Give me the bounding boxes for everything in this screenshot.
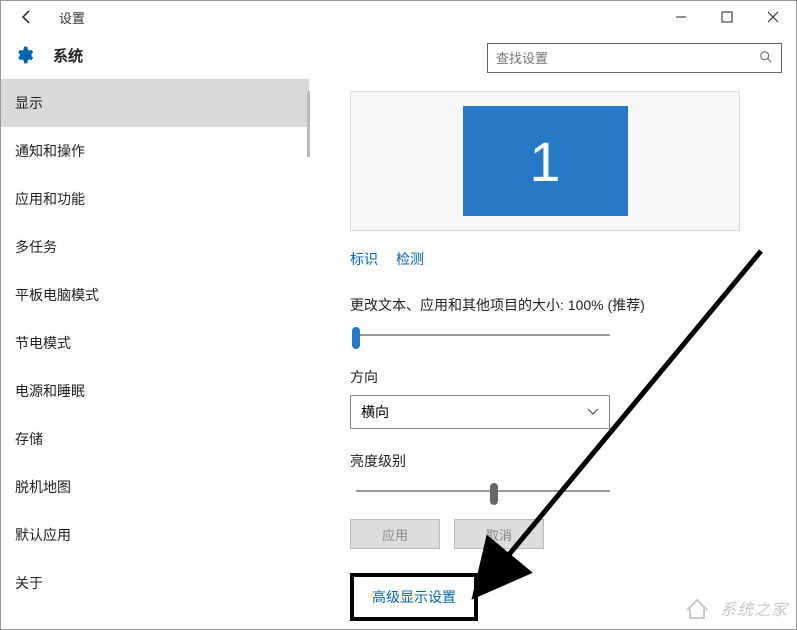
sidebar-item-label: 节电模式 [15,333,71,353]
brightness-slider[interactable] [350,481,610,501]
sidebar-item-label: 显示 [15,93,43,113]
sidebar-item-label: 存储 [15,429,43,449]
sidebar-item-storage[interactable]: 存储 [1,415,309,463]
watermark: 系统之家 [683,596,788,625]
sidebar-item-label: 平板电脑模式 [15,285,99,305]
window-controls [658,1,796,33]
monitor-number: 1 [529,129,560,194]
identify-link[interactable]: 标识 [350,249,378,269]
brightness-label: 亮度级别 [350,451,772,471]
advanced-link-highlight: 高级显示设置 [350,573,478,621]
close-button[interactable] [750,1,796,33]
orientation-value: 横向 [361,402,389,422]
back-button[interactable] [13,3,41,31]
page-title: 系统 [53,45,83,66]
slider-thumb[interactable] [490,483,498,505]
sidebar-item-apps[interactable]: 应用和功能 [1,175,309,223]
sidebar-item-label: 多任务 [15,237,57,257]
slider-track [356,334,610,336]
button-row: 应用 取消 [350,519,772,549]
slider-thumb[interactable] [352,327,360,349]
orientation-dropdown[interactable]: 横向 [350,395,610,429]
window-title: 设置 [59,8,85,27]
display-links: 标识 检测 [350,249,772,269]
monitor-tile[interactable]: 1 [463,106,628,216]
minimize-button[interactable] [658,1,704,33]
house-icon [683,596,711,625]
search-input[interactable] [496,51,759,66]
scale-slider[interactable] [350,325,610,345]
apply-button[interactable]: 应用 [350,519,440,549]
slider-track [356,490,610,492]
sidebar-item-maps[interactable]: 脱机地图 [1,463,309,511]
sidebar-item-multitask[interactable]: 多任务 [1,223,309,271]
sidebar-item-label: 应用和功能 [15,189,85,209]
sidebar-item-notifications[interactable]: 通知和操作 [1,127,309,175]
sidebar-item-power[interactable]: 电源和睡眠 [1,367,309,415]
sidebar-item-about[interactable]: 关于 [1,559,309,607]
advanced-display-link[interactable]: 高级显示设置 [372,589,456,605]
display-preview[interactable]: 1 [350,91,740,231]
sidebar-item-default-apps[interactable]: 默认应用 [1,511,309,559]
sidebar-item-label: 通知和操作 [15,141,85,161]
watermark-text: 系统之家 [720,602,788,619]
scale-label: 更改文本、应用和其他项目的大小: 100% (推荐) [350,295,772,315]
sidebar-item-label: 电源和睡眠 [15,381,85,401]
main-panel: 1 标识 检测 更改文本、应用和其他项目的大小: 100% (推荐) 方向 横向… [312,79,796,629]
sidebar-item-label: 关于 [15,573,43,593]
sidebar-item-tablet[interactable]: 平板电脑模式 [1,271,309,319]
sidebar: 显示 通知和操作 应用和功能 多任务 平板电脑模式 节电模式 电源和睡眠 存储 … [1,79,312,629]
cancel-button[interactable]: 取消 [454,519,544,549]
maximize-button[interactable] [704,1,750,33]
search-box[interactable] [487,43,782,73]
sidebar-item-label: 默认应用 [15,525,71,545]
gear-icon [13,44,35,66]
detect-link[interactable]: 检测 [396,249,424,269]
orientation-label: 方向 [350,367,772,387]
chevron-down-icon [587,405,599,419]
sidebar-item-display[interactable]: 显示 [1,79,309,127]
search-icon [759,50,773,67]
content-area: 显示 通知和操作 应用和功能 多任务 平板电脑模式 节电模式 电源和睡眠 存储 … [1,79,796,629]
titlebar: 设置 [1,1,796,33]
sidebar-item-label: 脱机地图 [15,477,71,497]
sidebar-item-battery[interactable]: 节电模式 [1,319,309,367]
